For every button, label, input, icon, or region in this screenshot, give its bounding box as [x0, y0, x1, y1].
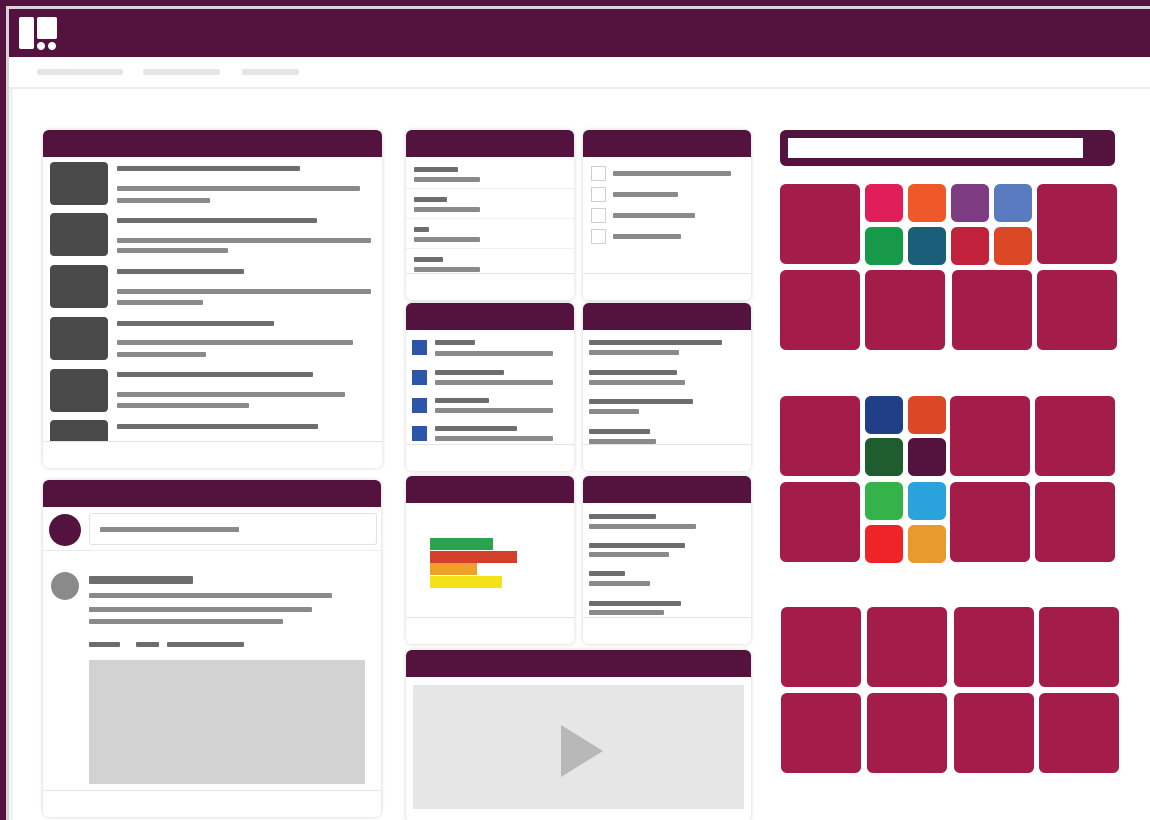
video-player[interactable] — [413, 685, 744, 809]
card-footer — [43, 790, 381, 817]
comment-link[interactable] — [136, 642, 159, 647]
app-tile[interactable] — [1037, 184, 1117, 264]
app-tile[interactable] — [954, 693, 1034, 773]
video-card — [406, 650, 751, 820]
app-icon-tile[interactable] — [951, 184, 989, 222]
search-bar — [780, 130, 1115, 166]
chart-bar — [430, 575, 502, 588]
app-icon-tile[interactable] — [951, 227, 989, 265]
app-tile[interactable] — [1035, 396, 1115, 476]
dashboard-content — [9, 89, 1150, 820]
post-image — [89, 660, 365, 784]
app-tile[interactable] — [781, 607, 861, 687]
app-icon-tile[interactable] — [865, 525, 903, 563]
app-tile[interactable] — [950, 396, 1030, 476]
document-icon — [412, 340, 427, 355]
card-header — [583, 130, 751, 157]
card-header — [406, 650, 751, 677]
task-checkbox[interactable] — [591, 229, 606, 244]
app-tile[interactable] — [865, 270, 945, 350]
card-footer — [43, 441, 382, 468]
sub-navigation — [9, 57, 1150, 89]
app-tile[interactable] — [867, 693, 947, 773]
document-icon — [412, 398, 427, 413]
activity-card — [583, 476, 751, 644]
app-icon-tile[interactable] — [865, 438, 903, 476]
app-tile[interactable] — [867, 607, 947, 687]
app-icon-tile[interactable] — [865, 482, 903, 520]
subnav-item-3[interactable] — [242, 69, 299, 75]
app-icon-tile[interactable] — [994, 184, 1032, 222]
news-list-card — [43, 130, 382, 468]
app-window — [6, 6, 1150, 820]
app-tile[interactable] — [1039, 693, 1119, 773]
card-header — [43, 480, 381, 507]
chart-bar — [430, 563, 477, 575]
subnav-item-1[interactable] — [37, 69, 123, 75]
app-tile[interactable] — [1037, 270, 1117, 350]
documents-card — [406, 303, 574, 471]
document-icon — [412, 370, 427, 385]
app-tile[interactable] — [1039, 607, 1119, 687]
app-icon-tile[interactable] — [908, 227, 946, 265]
checklist-card — [583, 130, 751, 300]
card-header — [406, 130, 574, 157]
card-footer — [583, 273, 751, 300]
card-header — [406, 303, 574, 330]
app-tile[interactable] — [780, 270, 860, 350]
app-icon-tile[interactable] — [908, 184, 946, 222]
avatar[interactable] — [49, 514, 81, 546]
avatar — [51, 572, 79, 600]
app-tile[interactable] — [780, 482, 860, 562]
share-link[interactable] — [167, 642, 244, 647]
app-tile[interactable] — [952, 270, 1032, 350]
app-tile[interactable] — [950, 482, 1030, 562]
card-footer — [583, 617, 751, 644]
thumbnail-image — [50, 265, 108, 308]
card-header — [583, 303, 751, 330]
app-icon-tile[interactable] — [865, 227, 903, 265]
app-logo-icon[interactable] — [19, 17, 59, 51]
app-icon-tile[interactable] — [865, 396, 903, 434]
thumbnail-image — [50, 369, 108, 412]
card-footer — [406, 444, 574, 471]
card-header — [406, 476, 574, 503]
app-tile[interactable] — [780, 396, 860, 476]
app-icon-tile[interactable] — [994, 227, 1032, 265]
top-bar — [9, 9, 1150, 57]
thumbnail-image — [50, 162, 108, 205]
document-icon — [412, 426, 427, 441]
app-tile[interactable] — [781, 693, 861, 773]
chart-bar — [430, 538, 493, 550]
app-tile[interactable] — [780, 184, 860, 264]
like-link[interactable] — [89, 642, 120, 647]
updates-card — [583, 303, 751, 471]
thumbnail-image — [50, 317, 108, 360]
app-icon-tile[interactable] — [865, 184, 903, 222]
chart-card — [406, 476, 574, 644]
app-icon-tile[interactable] — [908, 525, 946, 563]
links-card — [406, 130, 574, 300]
search-input[interactable] — [788, 138, 1083, 158]
card-header — [43, 130, 382, 157]
app-icon-tile[interactable] — [908, 482, 946, 520]
app-tile[interactable] — [954, 607, 1034, 687]
task-checkbox[interactable] — [591, 166, 606, 181]
post-composer-input[interactable] — [89, 513, 377, 545]
app-tile[interactable] — [1035, 482, 1115, 562]
chart-bar — [430, 550, 517, 563]
thumbnail-image — [50, 213, 108, 256]
task-checkbox[interactable] — [591, 187, 606, 202]
task-checkbox[interactable] — [591, 208, 606, 223]
card-footer — [406, 273, 574, 300]
subnav-item-2[interactable] — [143, 69, 220, 75]
app-icon-tile[interactable] — [908, 396, 946, 434]
card-footer — [406, 617, 574, 644]
card-header — [583, 476, 751, 503]
social-feed-card — [43, 480, 381, 817]
card-footer — [583, 444, 751, 471]
app-icon-tile[interactable] — [908, 438, 946, 476]
play-icon[interactable] — [561, 725, 603, 777]
